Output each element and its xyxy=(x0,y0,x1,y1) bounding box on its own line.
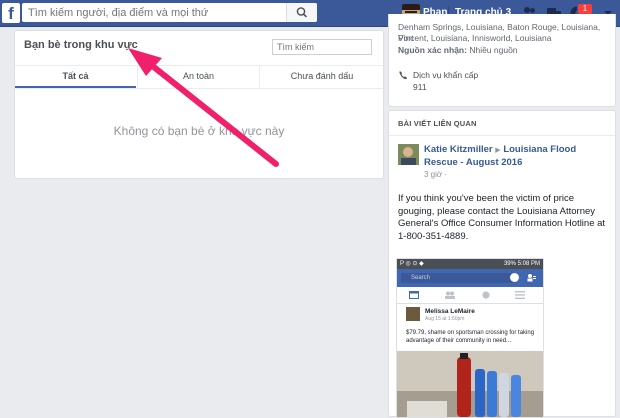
annotation-arrow xyxy=(128,48,279,167)
